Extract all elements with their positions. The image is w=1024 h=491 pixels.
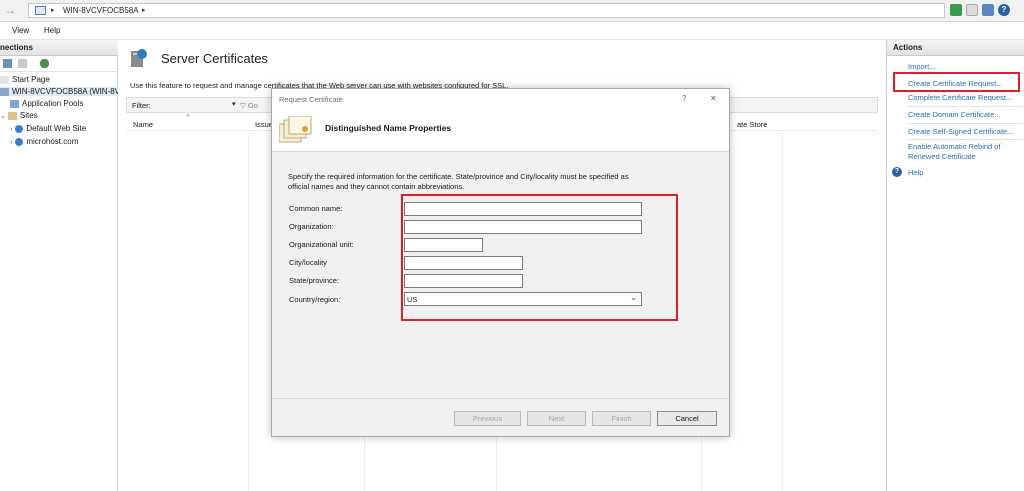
finish-button[interactable]: Finish [592,411,651,426]
home-icon[interactable] [982,4,994,16]
cancel-button[interactable]: Cancel [657,411,717,426]
action-import[interactable]: Import... [908,62,936,71]
filter-dropdown-icon[interactable]: ▾ [232,100,236,108]
action-create-self-signed-certificate[interactable]: Create Self-Signed Certificate... [908,127,1013,136]
sort-arrow-icon: ^ [186,113,190,122]
save-icon[interactable] [3,59,12,68]
actions-pane: Actions Import... Create Certificate Req… [886,40,1024,491]
instructions-line-1: Specify the required information for the… [288,172,629,181]
connect-icon[interactable] [40,59,49,68]
dialog-body: Specify the required information for the… [272,152,729,398]
column-divider [782,133,783,491]
column-store[interactable]: ate Store [737,120,767,129]
country-label: Country/region: [289,295,341,304]
connections-header: nections [0,40,118,56]
address-bar: → ▸ WIN-8VCVFOCB58A ▸ ? [0,0,1024,22]
dialog-instructions: Specify the required information for the… [288,172,708,192]
connections-pane: nections Start Page WIN-8VCVFOCB58A (WIN… [0,40,118,491]
action-complete-certificate-request[interactable]: Complete Certificate Request... [908,93,1012,102]
breadcrumb-separator[interactable]: ▸ [142,6,146,14]
dialog-title: Request Certificate [279,95,343,104]
highlight-box [401,194,678,321]
network-icon[interactable] [950,4,962,16]
tree-item-start-page[interactable]: Start Page [0,75,50,84]
tree-item-default-web-site[interactable]: › Default Web Site [10,124,86,133]
tree-item-sites[interactable]: ⌄ Sites [0,111,38,120]
actions-header: Actions [887,40,1024,56]
column-name[interactable]: Name [133,120,153,129]
menu-help[interactable]: Help [44,26,60,35]
next-button[interactable]: Next [527,411,586,426]
action-create-domain-certificate[interactable]: Create Domain Certificate... [908,110,1001,119]
filter-icon: ▽ [240,101,248,110]
dialog-banner: Distinguished Name Properties [272,109,729,152]
divider [907,123,1023,124]
divider [907,106,1023,107]
connections-toolbar [0,56,118,72]
city-label: City/locality [289,258,327,267]
mail-icon[interactable] [966,4,978,16]
certificate-icon [278,115,313,146]
divider [907,139,1023,140]
tree-item-server[interactable]: WIN-8VCVFOCB58A (WIN-8V [0,87,118,96]
go-button[interactable]: ▽ Go [240,101,258,110]
breadcrumb-server[interactable]: WIN-8VCVFOCB58A [63,6,139,15]
dialog-titlebar: Request Certificate ? ✕ [272,89,729,109]
server-certificates-icon [128,48,150,70]
help-icon[interactable]: ? [998,4,1010,16]
dialog-help-button[interactable]: ? [682,94,686,103]
action-enable-automatic-rebind-line2[interactable]: Renewed Certificate [908,152,976,161]
highlight-box [893,72,1020,92]
column-divider [248,133,249,491]
dialog-heading: Distinguished Name Properties [325,123,452,133]
help-icon[interactable]: ? [892,167,902,177]
page-title: Server Certificates [161,51,268,66]
filter-label: Filter: [132,101,151,110]
action-help[interactable]: Help [908,168,923,177]
breadcrumb[interactable]: ▸ WIN-8VCVFOCB58A ▸ [28,3,945,18]
organization-label: Organization: [289,222,334,231]
breadcrumb-separator[interactable]: ▸ [51,6,55,14]
tree-item-microhost[interactable]: › microhost.com [10,137,78,146]
common-name-label: Common name: [289,204,343,213]
instructions-line-2: official names and they cannot contain a… [288,182,465,191]
dialog-close-button[interactable]: ✕ [710,94,717,103]
previous-button[interactable]: Previous [454,411,521,426]
computer-icon [35,6,46,15]
organizational-unit-label: Organizational unit: [289,240,354,249]
state-label: State/province: [289,276,340,285]
menu-bar: View Help [0,22,1024,40]
dialog-footer: Previous Next Finish Cancel [272,398,729,436]
action-enable-automatic-rebind[interactable]: Enable Automatic Rebind of [908,142,1001,151]
request-certificate-dialog: Request Certificate ? ✕ Distinguished Na… [271,88,730,437]
add-icon[interactable] [18,59,27,68]
back-icon[interactable]: → [4,3,22,19]
tree-item-application-pools[interactable]: Application Pools [10,99,83,108]
menu-view[interactable]: View [12,26,29,35]
